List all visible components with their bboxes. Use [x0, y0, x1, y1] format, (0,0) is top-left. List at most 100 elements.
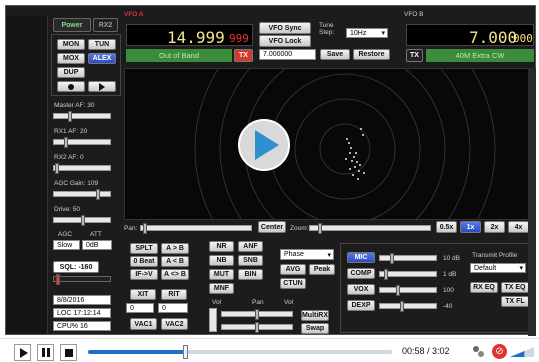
seek-bar[interactable]: [88, 345, 392, 359]
xit-value[interactable]: 0: [126, 303, 154, 313]
vac1-button[interactable]: VAC1: [130, 318, 157, 330]
comp-slider[interactable]: [379, 269, 437, 280]
pause-button[interactable]: [37, 344, 54, 361]
panadapter-display[interactable]: [124, 68, 534, 220]
vfo-a-display[interactable]: 14.999 999: [126, 24, 253, 47]
slider-handle[interactable]: [384, 269, 388, 280]
multirx-button[interactable]: MultiRX: [301, 310, 329, 321]
mic-button[interactable]: MIC: [347, 252, 375, 263]
slider-handle[interactable]: [390, 253, 394, 264]
master-af-slider[interactable]: [53, 111, 111, 122]
sql-button[interactable]: SQL: -160: [53, 261, 99, 273]
zoom-1x-button[interactable]: 1x: [460, 221, 481, 233]
settings-icon[interactable]: [470, 343, 486, 359]
zoom-05x-button[interactable]: 0.5x: [436, 221, 457, 233]
sql-slider[interactable]: [53, 274, 111, 285]
agc-gain-slider[interactable]: [53, 189, 111, 200]
tx-filter-button[interactable]: TX FL: [501, 296, 529, 307]
pan-lower-slider-2[interactable]: [221, 322, 293, 333]
video-play-button[interactable]: [238, 119, 290, 171]
slider-handle[interactable]: [143, 223, 147, 234]
stop-button[interactable]: [60, 344, 77, 361]
seek-handle[interactable]: [183, 345, 189, 359]
center-button[interactable]: Center: [258, 221, 286, 233]
drive-slider[interactable]: [53, 215, 111, 226]
vox-slider[interactable]: [379, 285, 437, 296]
peak-button[interactable]: Peak: [309, 264, 335, 275]
mnf-button[interactable]: MNF: [209, 283, 234, 294]
rx2-af-slider[interactable]: [53, 163, 111, 174]
snb-button[interactable]: SNB: [238, 255, 263, 266]
a-swap-b-button[interactable]: A <> B: [161, 269, 189, 280]
display-mode-select[interactable]: Phase ▾: [280, 249, 334, 260]
nr-button[interactable]: NR: [209, 241, 234, 252]
pan-slider[interactable]: [140, 223, 252, 234]
mox-button[interactable]: MOX: [57, 53, 85, 64]
play-audio-button[interactable]: [88, 81, 116, 92]
transmit-profile-select[interactable]: Default ▾: [470, 263, 526, 273]
slider-handle[interactable]: [55, 163, 59, 174]
dexp-slider[interactable]: [379, 301, 437, 312]
vfo-b-tx-button[interactable]: TX: [406, 49, 423, 62]
xit-button[interactable]: XIT: [130, 289, 156, 300]
vol-label: Vol: [212, 299, 222, 306]
tune-step-select[interactable]: 10Hz ▾: [346, 28, 388, 38]
a-to-b-button[interactable]: A > B: [161, 243, 189, 254]
zero-beat-button[interactable]: 0 Beat: [130, 256, 158, 267]
agc-select[interactable]: Slow: [53, 240, 80, 250]
mon-button[interactable]: MON: [57, 39, 85, 50]
zoom-2x-button[interactable]: 2x: [484, 221, 505, 233]
power-button[interactable]: Power: [53, 18, 91, 32]
vox-button[interactable]: VOX: [347, 284, 375, 295]
vfo-lock-button[interactable]: VFO Lock: [259, 35, 311, 47]
att-select[interactable]: 0dB: [82, 240, 112, 250]
slider-handle[interactable]: [255, 322, 259, 333]
swap-button[interactable]: Swap: [301, 323, 329, 334]
slider-handle[interactable]: [56, 274, 60, 285]
vfo-sync-button[interactable]: VFO Sync: [259, 22, 311, 34]
volume-slider[interactable]: [510, 347, 534, 357]
vfo-a-tx-button[interactable]: TX: [234, 49, 253, 62]
rx-eq-button[interactable]: RX EQ: [470, 282, 498, 293]
slider-handle[interactable]: [396, 285, 400, 296]
vfo-b-display[interactable]: 7.000 000: [406, 24, 534, 47]
split-button[interactable]: SPLT: [130, 243, 158, 254]
rit-value[interactable]: 0: [158, 303, 188, 313]
zoom-slider[interactable]: [309, 223, 431, 234]
tx-eq-button[interactable]: TX EQ: [501, 282, 529, 293]
vac2-button[interactable]: VAC2: [161, 318, 188, 330]
alex-button[interactable]: ALEX: [88, 53, 116, 64]
slider-handle[interactable]: [400, 301, 404, 312]
play-button[interactable]: [14, 344, 31, 361]
if-to-v-button[interactable]: IF->V: [130, 269, 158, 280]
comp-button[interactable]: COMP: [347, 268, 375, 279]
rx1-af-slider[interactable]: [53, 137, 111, 148]
anf-button[interactable]: ANF: [238, 241, 263, 252]
pan-lower-slider-1[interactable]: [221, 309, 293, 320]
dup-button[interactable]: DUP: [57, 67, 85, 78]
slider-handle[interactable]: [96, 189, 100, 200]
restore-button[interactable]: Restore: [353, 49, 390, 60]
mute-button[interactable]: MUT: [209, 269, 234, 280]
tun-button[interactable]: TUN: [88, 39, 116, 50]
slider-handle[interactable]: [255, 309, 259, 320]
slider-handle[interactable]: [68, 111, 72, 122]
avg-button[interactable]: AVG: [280, 264, 306, 275]
mute-icon[interactable]: ⊘: [492, 344, 507, 359]
slider-handle[interactable]: [318, 223, 322, 234]
nb-button[interactable]: NB: [209, 255, 234, 266]
zoom-4x-button[interactable]: 4x: [508, 221, 529, 233]
mic-slider[interactable]: [379, 253, 437, 264]
ctun-button[interactable]: CTUN: [280, 278, 306, 289]
record-button[interactable]: [57, 81, 85, 92]
vol-vertical-slider[interactable]: [209, 308, 217, 332]
slider-handle[interactable]: [64, 137, 68, 148]
bin-button[interactable]: BIN: [238, 269, 263, 280]
save-button[interactable]: Save: [320, 49, 350, 60]
dexp-button[interactable]: DEXP: [347, 300, 375, 311]
b-to-a-button[interactable]: A < B: [161, 256, 189, 267]
slider-handle[interactable]: [81, 215, 85, 226]
rit-button[interactable]: RIT: [161, 289, 187, 300]
rx2-button[interactable]: RX2: [93, 18, 118, 32]
freq-entry[interactable]: 7.000000: [259, 49, 316, 60]
